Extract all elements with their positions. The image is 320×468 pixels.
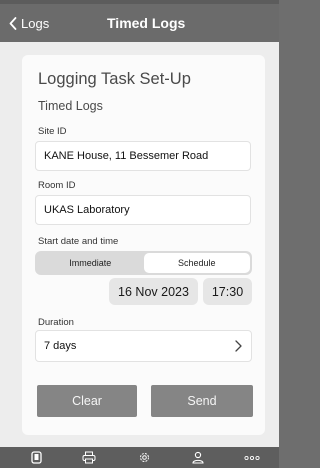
- navigation-bar: Logs Timed Logs: [0, 4, 279, 42]
- site-id-label: Site ID: [38, 126, 67, 137]
- date-value: 16 Nov 2023: [118, 284, 189, 299]
- tab-settings[interactable]: [134, 450, 154, 465]
- clear-button-label: Clear: [72, 394, 102, 408]
- gear-icon: [139, 453, 149, 462]
- back-button-label: Logs: [21, 15, 50, 31]
- clear-button[interactable]: Clear: [37, 385, 137, 417]
- room-id-value: UKAS Laboratory: [44, 204, 130, 216]
- time-value: 17:30: [211, 284, 244, 299]
- room-id-field[interactable]: UKAS Laboratory: [35, 195, 251, 225]
- time-picker[interactable]: 17:30: [203, 278, 252, 305]
- tab-device[interactable]: [26, 450, 46, 465]
- date-picker[interactable]: 16 Nov 2023: [109, 278, 198, 305]
- tab-account[interactable]: [188, 450, 208, 465]
- chevron-left-icon: [9, 16, 17, 30]
- form-subheading: Timed Logs: [38, 99, 103, 113]
- site-id-field[interactable]: KANE House, 11 Bessemer Road: [35, 141, 251, 171]
- duration-selector[interactable]: 7 days: [35, 330, 252, 362]
- room-id-label: Room ID: [38, 180, 76, 191]
- back-button[interactable]: Logs: [9, 13, 49, 33]
- start-mode-segmented-control: Immediate Schedule: [35, 251, 252, 275]
- user-icon: [192, 451, 204, 464]
- screen: Logs Timed Logs Logging Task Set-Up Time…: [0, 0, 279, 468]
- send-button-label: Send: [187, 394, 217, 408]
- tab-bar: [0, 447, 279, 468]
- more-icon: [244, 455, 260, 460]
- chevron-right-icon: [235, 340, 242, 352]
- segment-immediate[interactable]: Immediate: [37, 253, 144, 273]
- setup-card: Logging Task Set-Up Timed Logs Site ID K…: [22, 55, 265, 435]
- form-heading: Logging Task Set-Up: [38, 70, 191, 88]
- start-date-label: Start date and time: [38, 236, 119, 247]
- page-title: Timed Logs: [107, 15, 186, 31]
- device-icon: [30, 451, 42, 464]
- segment-schedule[interactable]: Schedule: [143, 253, 250, 273]
- printer-icon: [82, 451, 96, 464]
- site-id-value: KANE House, 11 Bessemer Road: [44, 150, 209, 162]
- send-button[interactable]: Send: [151, 385, 253, 417]
- duration-label: Duration: [38, 317, 74, 328]
- duration-value: 7 days: [44, 340, 77, 352]
- tab-print[interactable]: [79, 450, 99, 465]
- tab-more[interactable]: [242, 450, 262, 465]
